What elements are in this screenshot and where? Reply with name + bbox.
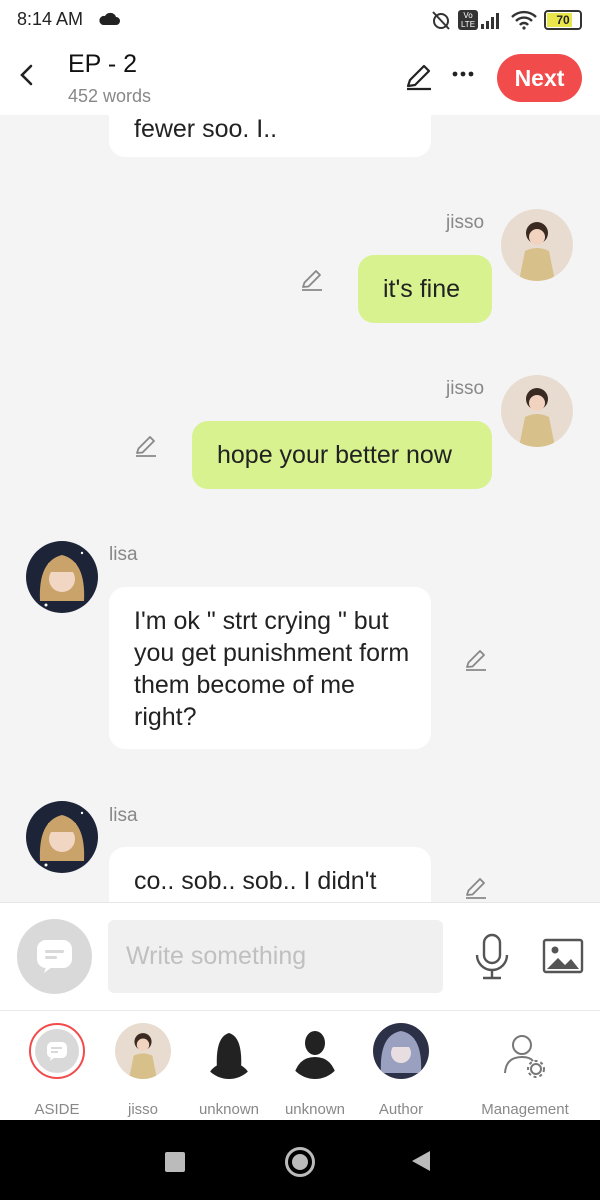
input-bar (0, 902, 600, 1010)
edit-message-icon[interactable] (299, 267, 325, 293)
role-label: unknown (284, 1101, 346, 1118)
cloud-icon (99, 12, 120, 25)
volte-icon: Vo LTE (458, 10, 478, 30)
back-triangle-icon[interactable] (410, 1149, 432, 1173)
sender-name: jisso (446, 212, 485, 233)
episode-title: EP - 2 (68, 50, 138, 78)
message-text: fewer soo. I.. (134, 115, 278, 143)
lisa-avatar[interactable] (26, 801, 98, 873)
message-bubble[interactable]: I'm ok " strt crying " but you get punis… (109, 587, 431, 749)
role-label: jisso (127, 1101, 158, 1118)
sender-name: lisa (109, 805, 138, 826)
status-bar: 8:14 AM Vo LTE 70 (0, 0, 600, 40)
message-text: co.. sob.. sob.. I didn't (134, 867, 377, 895)
edit-message-icon[interactable] (463, 647, 489, 673)
author-avatar (373, 1023, 429, 1079)
chat-bubble-icon (37, 940, 72, 973)
jisso-avatar[interactable] (501, 209, 573, 281)
aside-toggle-button[interactable] (17, 919, 92, 994)
role-management[interactable]: Management (478, 1023, 572, 1119)
status-time: 8:14 AM (17, 9, 84, 29)
battery-level: 70 (556, 13, 570, 27)
role-jisso[interactable]: jisso (100, 1023, 186, 1119)
message-text: it's fine (383, 275, 461, 303)
header: EP - 2 452 words Next (0, 40, 600, 115)
silhouette-avatar (201, 1023, 257, 1079)
image-icon[interactable] (542, 938, 584, 974)
lisa-avatar[interactable] (26, 541, 98, 613)
word-count: 452 words (68, 86, 152, 106)
message-text: I'm ok " strt crying " but you get punis… (134, 607, 410, 731)
message-bubble[interactable]: it's fine (358, 255, 492, 323)
jisso-avatar (115, 1023, 171, 1079)
wifi-icon (511, 10, 537, 30)
home-circle-icon[interactable] (285, 1147, 315, 1177)
role-label: Management (481, 1101, 569, 1118)
recents-square-icon[interactable] (165, 1152, 185, 1172)
role-label: unknown (198, 1101, 260, 1118)
message-bubble[interactable]: hope your better now (192, 421, 492, 489)
message-input[interactable] (108, 920, 443, 993)
edit-message-icon[interactable] (463, 875, 489, 901)
back-arrow-icon[interactable] (14, 60, 40, 90)
alarm-off-icon (432, 11, 450, 30)
sender-name: lisa (109, 544, 138, 565)
role-aside[interactable]: ASIDE (14, 1023, 100, 1119)
role-author[interactable]: Author (358, 1023, 444, 1119)
role-selector-bar: ASIDE jisso unknown unknown Author Manag… (0, 1010, 600, 1120)
system-navigation-bar (0, 1120, 600, 1200)
message-bubble[interactable]: co.. sob.. sob.. I didn't (109, 847, 431, 902)
edit-message-icon[interactable] (133, 433, 159, 459)
jisso-avatar[interactable] (501, 375, 573, 447)
user-settings-icon (504, 1035, 545, 1078)
role-label: ASIDE (34, 1101, 80, 1118)
next-button[interactable]: Next (497, 54, 582, 102)
sender-name: jisso (446, 378, 485, 399)
role-unknown-2[interactable]: unknown (272, 1023, 358, 1119)
aside-role-icon (29, 1023, 85, 1079)
microphone-icon[interactable] (472, 933, 512, 981)
chat-area[interactable]: fewer soo. I.. jisso it's fine jisso hop… (0, 115, 600, 902)
battery-icon: 70 (544, 10, 582, 30)
message-text: hope your better now (217, 441, 452, 469)
message-bubble[interactable]: fewer soo. I.. (109, 115, 431, 157)
more-options-icon[interactable] (451, 70, 475, 78)
role-unknown-1[interactable]: unknown (186, 1023, 272, 1119)
silhouette-avatar (287, 1023, 343, 1079)
role-label: Author (378, 1101, 424, 1118)
edit-pen-icon[interactable] (404, 62, 434, 92)
signal-icon (481, 13, 499, 29)
